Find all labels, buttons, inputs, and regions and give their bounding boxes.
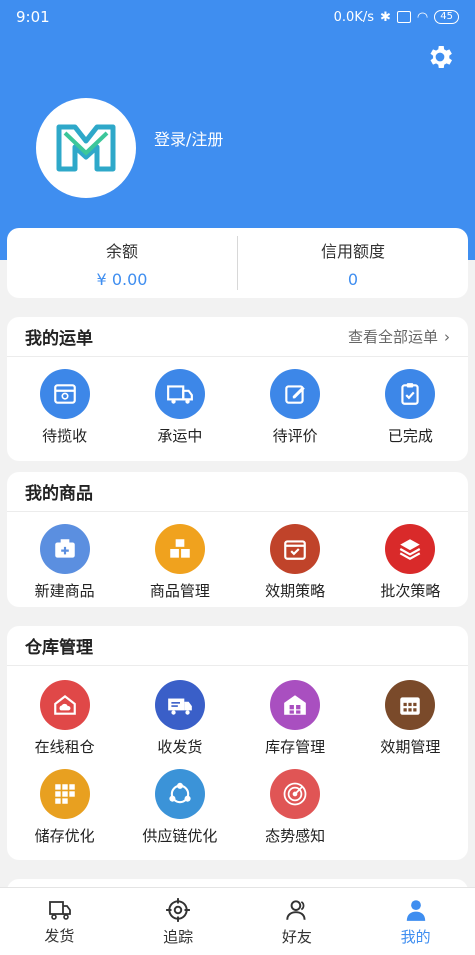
supply-chain-optimization[interactable]: 供应链优化 xyxy=(122,769,237,846)
grid-label: 库存管理 xyxy=(265,738,326,756)
avatar[interactable] xyxy=(36,98,136,198)
calendar-check-icon xyxy=(270,524,321,574)
product-management[interactable]: 商品管理 xyxy=(122,524,237,601)
battery-icon: 45 xyxy=(434,10,459,24)
expiry-management[interactable]: 效期管理 xyxy=(353,680,468,757)
inventory-management[interactable]: 库存管理 xyxy=(238,680,353,757)
calendar-icon xyxy=(385,680,436,730)
tab-mine[interactable]: 我的 xyxy=(356,888,475,955)
user-icon xyxy=(406,899,425,921)
network-icon xyxy=(154,769,205,819)
cloud-house-icon xyxy=(39,680,90,730)
friends-icon xyxy=(286,899,306,920)
edit-icon xyxy=(270,369,321,419)
truck-outline-icon xyxy=(49,900,72,920)
grid-label: 在线租仓 xyxy=(34,738,95,756)
grid-label: 效期管理 xyxy=(380,738,441,756)
tab-label: 追踪 xyxy=(163,927,194,946)
warehouse-header: 仓库管理 xyxy=(7,626,468,666)
warehouse-section: 仓库管理 在线租仓 收发货 库存管理 效期管理 储存优化 供应链优化 态势感知 xyxy=(7,626,468,860)
grid-label: 承运中 xyxy=(157,427,203,445)
receive-ship[interactable]: 收发货 xyxy=(122,680,237,757)
box-icon xyxy=(39,369,90,419)
credit-value: 0 xyxy=(347,269,359,289)
layers-icon xyxy=(385,524,436,574)
goods-section: 我的商品 新建商品 商品管理 效期策略 批次策略 xyxy=(7,472,468,607)
grid-label: 储存优化 xyxy=(34,827,95,845)
tab-ship[interactable]: 发货 xyxy=(0,888,119,955)
grid-label: 态势感知 xyxy=(265,827,326,845)
login-register-link[interactable]: 登录/注册 xyxy=(154,126,223,150)
radar-icon xyxy=(270,769,321,819)
tab-label: 发货 xyxy=(44,926,75,945)
wifi-icon: ◠ xyxy=(416,9,429,25)
grid-label: 待评价 xyxy=(272,427,318,445)
order-completed[interactable]: 已完成 xyxy=(353,369,468,446)
profile-header: 9:01 0.0K/s ✱ ◠ 45 登录/注册 xyxy=(0,0,475,260)
tab-friends[interactable]: 好友 xyxy=(238,888,357,955)
order-in-transit[interactable]: 承运中 xyxy=(122,369,237,446)
network-speed: 0.0K/s xyxy=(333,9,375,25)
balance-cell[interactable]: 余额 ¥ 0.00 xyxy=(7,228,237,298)
credit-cell[interactable]: 信用额度 0 xyxy=(238,228,468,298)
app-logo-icon xyxy=(56,124,116,172)
view-all-orders-link[interactable]: 查看全部运单 › xyxy=(348,326,450,347)
grid-label: 收发货 xyxy=(157,738,203,756)
target-icon xyxy=(166,897,191,922)
view-all-label: 查看全部运单 xyxy=(347,328,438,346)
bluetooth-icon: ✱ xyxy=(380,9,391,25)
status-bar: 9:01 0.0K/s ✱ ◠ 45 xyxy=(0,0,475,34)
credit-label: 信用额度 xyxy=(320,241,385,261)
expiry-strategy[interactable]: 效期策略 xyxy=(238,524,353,601)
bottom-tab-bar: 发货 追踪 好友 我的 xyxy=(0,887,475,955)
goods-header: 我的商品 xyxy=(7,472,468,512)
orders-section: 我的运单 查看全部运单 › 待揽收 承运中 待评价 已完成 xyxy=(7,317,468,461)
order-to-review[interactable]: 待评价 xyxy=(238,369,353,446)
grid-label: 供应链优化 xyxy=(142,827,218,845)
situation-awareness[interactable]: 态势感知 xyxy=(238,769,353,846)
warehouse-icon xyxy=(270,680,321,730)
order-pending-pickup[interactable]: 待揽收 xyxy=(7,369,122,446)
new-product[interactable]: 新建商品 xyxy=(7,524,122,601)
grid-label: 已完成 xyxy=(387,427,433,445)
settings-gear-icon[interactable] xyxy=(425,42,455,72)
section-title: 仓库管理 xyxy=(25,638,93,658)
tab-track[interactable]: 追踪 xyxy=(119,888,238,955)
truck-icon xyxy=(154,369,205,419)
clipboard-check-icon xyxy=(385,369,436,419)
grid-label: 效期策略 xyxy=(265,582,326,600)
balance-label: 余额 xyxy=(105,241,138,261)
tab-label: 好友 xyxy=(281,927,312,946)
add-box-icon xyxy=(39,524,90,574)
grid-label: 商品管理 xyxy=(149,582,210,600)
shelves-icon xyxy=(39,769,90,819)
tab-label: 我的 xyxy=(400,927,431,946)
grid-label: 批次策略 xyxy=(380,582,441,600)
online-rent-warehouse[interactable]: 在线租仓 xyxy=(7,680,122,757)
balance-card: 余额 ¥ 0.00 信用额度 0 xyxy=(7,228,468,298)
van-icon xyxy=(154,680,205,730)
sim-icon xyxy=(396,11,411,23)
grid-label: 待揽收 xyxy=(42,427,88,445)
storage-optimization[interactable]: 储存优化 xyxy=(7,769,122,846)
status-time: 9:01 xyxy=(16,8,50,26)
chevron-right-icon: › xyxy=(444,327,450,346)
boxes-icon xyxy=(154,524,205,574)
balance-value: ¥ 0.00 xyxy=(96,269,148,289)
section-title: 我的运单 xyxy=(25,329,93,349)
orders-header: 我的运单 查看全部运单 › xyxy=(7,317,468,357)
grid-label: 新建商品 xyxy=(34,582,95,600)
section-title: 我的商品 xyxy=(25,484,93,504)
batch-strategy[interactable]: 批次策略 xyxy=(353,524,468,601)
